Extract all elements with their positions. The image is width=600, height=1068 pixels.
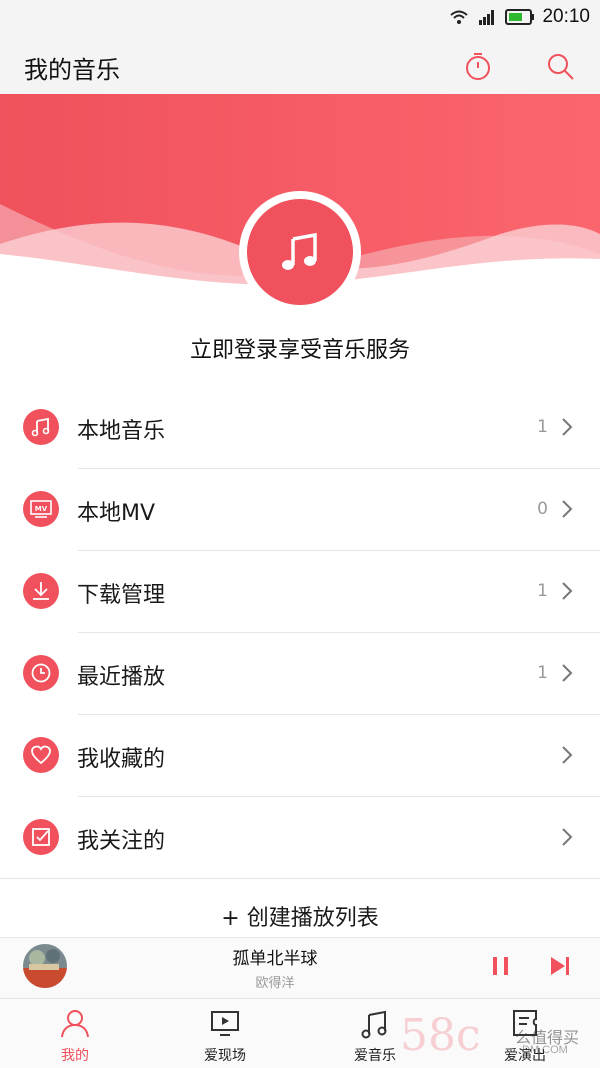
tab-label: 爱现场: [204, 1048, 246, 1064]
chevron-right-icon: [562, 828, 573, 846]
tab-mine[interactable]: 我的: [0, 999, 150, 1068]
mv-icon: MV: [23, 491, 59, 527]
list-item-local-music[interactable]: 本地音乐 1: [0, 387, 600, 469]
list-item-count: 0: [537, 499, 548, 519]
download-icon: [23, 573, 59, 609]
music-note-icon: [361, 1010, 387, 1039]
create-playlist-button[interactable]: + 创建播放列表: [0, 900, 600, 940]
svg-text:MV: MV: [35, 505, 48, 513]
list-item-label: 最近播放: [77, 665, 166, 690]
list-item-my-following[interactable]: 我关注的: [0, 797, 600, 879]
list-item-label: 我关注的: [77, 829, 166, 854]
music-note-icon: [282, 232, 317, 270]
chevron-right-icon: [562, 664, 573, 682]
person-icon: [61, 1010, 89, 1038]
list-item-count: 1: [537, 581, 548, 601]
tab-label: 我的: [61, 1048, 89, 1064]
timer-icon[interactable]: [462, 50, 494, 82]
login-prompt[interactable]: 立即登录享受音乐服务: [0, 332, 600, 364]
list-item-label: 下载管理: [77, 583, 166, 608]
wifi-icon: [450, 10, 468, 24]
next-track-icon[interactable]: [548, 954, 572, 978]
list-item-local-mv[interactable]: MV 本地MV 0: [0, 469, 600, 551]
login-avatar-inner: [247, 199, 353, 305]
list-item-count: 1: [537, 417, 548, 437]
signal-icon: [479, 10, 494, 25]
music-note-icon: [23, 409, 59, 445]
tab-live[interactable]: 爱现场: [150, 999, 300, 1068]
page-title: 我的音乐: [24, 56, 120, 84]
clock-icon: [23, 655, 59, 691]
list-item-label: 本地MV: [77, 501, 156, 526]
list-item-download-manager[interactable]: 下载管理 1: [0, 551, 600, 633]
search-icon[interactable]: [544, 50, 576, 82]
battery-icon: [505, 9, 534, 25]
chevron-right-icon: [562, 582, 573, 600]
app-header: 我的音乐: [0, 36, 600, 94]
login-avatar-button[interactable]: [239, 191, 361, 313]
check-box-icon: [23, 819, 59, 855]
pause-icon[interactable]: [489, 954, 513, 978]
mini-player[interactable]: 孤单北半球 欧得洋: [0, 937, 600, 998]
song-title: 孤单北半球: [232, 949, 318, 969]
watermark-domain: DM.COM: [522, 1044, 568, 1056]
tv-icon: [211, 1011, 239, 1036]
list-item-my-favorites[interactable]: 我收藏的: [0, 715, 600, 797]
chevron-right-icon: [562, 500, 573, 518]
status-time: 20:10: [542, 6, 590, 27]
status-bar: 20:10: [0, 0, 600, 36]
chevron-right-icon: [562, 418, 573, 436]
heart-icon: [23, 737, 59, 773]
list-item-recent-play[interactable]: 最近播放 1: [0, 633, 600, 715]
list-item-label: 我收藏的: [77, 747, 166, 772]
list-item-count: 1: [537, 663, 548, 683]
divider: [0, 878, 600, 879]
watermark: 58c: [400, 1010, 481, 1061]
chevron-right-icon: [562, 746, 573, 764]
bottom-navigation: 我的 爱现场 爱音乐 爱演出: [0, 998, 600, 1068]
song-artist: 欧得洋: [255, 976, 295, 991]
list-item-label: 本地音乐: [77, 419, 166, 444]
